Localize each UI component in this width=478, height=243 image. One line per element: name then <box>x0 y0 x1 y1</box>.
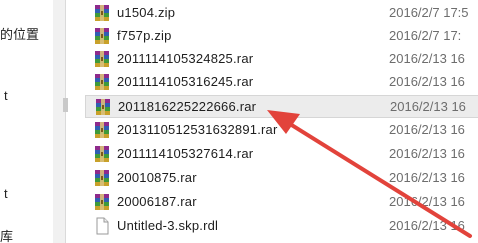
document-icon <box>93 217 111 235</box>
file-row[interactable]: 2011114105324825.rar 2016/2/13 16 <box>85 48 478 71</box>
archive-icon <box>93 73 111 91</box>
file-name: u1504.zip <box>117 5 176 20</box>
archive-icon <box>93 4 111 22</box>
file-name: 20010875.rar <box>117 170 197 185</box>
file-date: 2016/2/13 16 <box>389 146 465 161</box>
file-row[interactable]: 2011114105327614.rar 2016/2/13 16 <box>85 143 478 166</box>
file-date: 2016/2/13 16 <box>389 194 465 209</box>
file-date: 2016/2/13 16 <box>390 99 466 114</box>
file-row[interactable]: 2011114105316245.rar 2016/2/13 16 <box>85 71 478 94</box>
archive-icon <box>94 98 112 116</box>
archive-icon <box>93 50 111 68</box>
pane-splitter[interactable] <box>53 0 66 243</box>
file-row[interactable]: Untitled-3.skp.rdl 2016/2/13 16 <box>85 215 478 238</box>
archive-icon <box>93 121 111 139</box>
splitter-grip[interactable] <box>63 98 68 112</box>
file-date: 2016/2/13 16 <box>389 170 465 185</box>
file-row[interactable]: 2011816225222666.rar 2016/2/13 16 <box>85 95 478 118</box>
file-date: 2016/2/13 16 <box>389 122 465 137</box>
archive-icon <box>93 145 111 163</box>
file-row[interactable]: u1504.zip 2016/2/7 17:5 <box>85 2 478 25</box>
file-date: 2016/2/13 16 <box>389 218 465 233</box>
nav-item-library[interactable]: 库 <box>0 226 13 243</box>
nav-item-fragment[interactable]: t <box>4 186 8 201</box>
file-name: 2011114105316245.rar <box>117 74 254 89</box>
nav-item-location[interactable]: 的位置 <box>0 24 39 43</box>
file-name: 20006187.rar <box>117 194 197 209</box>
archive-icon <box>93 27 111 45</box>
file-name: Untitled-3.skp.rdl <box>117 218 219 233</box>
archive-icon <box>93 193 111 211</box>
file-row[interactable]: f757p.zip 2016/2/7 17: <box>85 25 478 48</box>
file-date: 2016/2/13 16 <box>389 51 465 66</box>
file-date: 2016/2/7 17:5 <box>389 5 469 20</box>
file-row[interactable]: 20006187.rar 2016/2/13 16 <box>85 191 478 214</box>
file-name: f757p.zip <box>117 28 172 43</box>
file-row[interactable]: 2013110512531632891.rar 2016/2/13 16 <box>85 119 478 142</box>
file-name: 2013110512531632891.rar <box>117 122 278 137</box>
file-name: 2011816225222666.rar <box>118 99 257 114</box>
file-name: 2011114105327614.rar <box>117 146 254 161</box>
file-name: 2011114105324825.rar <box>117 51 254 66</box>
file-date: 2016/2/13 16 <box>389 74 465 89</box>
file-date: 2016/2/7 17: <box>389 28 462 43</box>
explorer-window: 的位置 t t 库 u1504.zip 2016/2/7 17:5 f757p.zi… <box>0 0 478 243</box>
archive-icon <box>93 169 111 187</box>
nav-item-fragment[interactable]: t <box>4 88 8 103</box>
file-row[interactable]: 20010875.rar 2016/2/13 16 <box>85 167 478 190</box>
navigation-pane: 的位置 t t 库 <box>0 0 50 243</box>
